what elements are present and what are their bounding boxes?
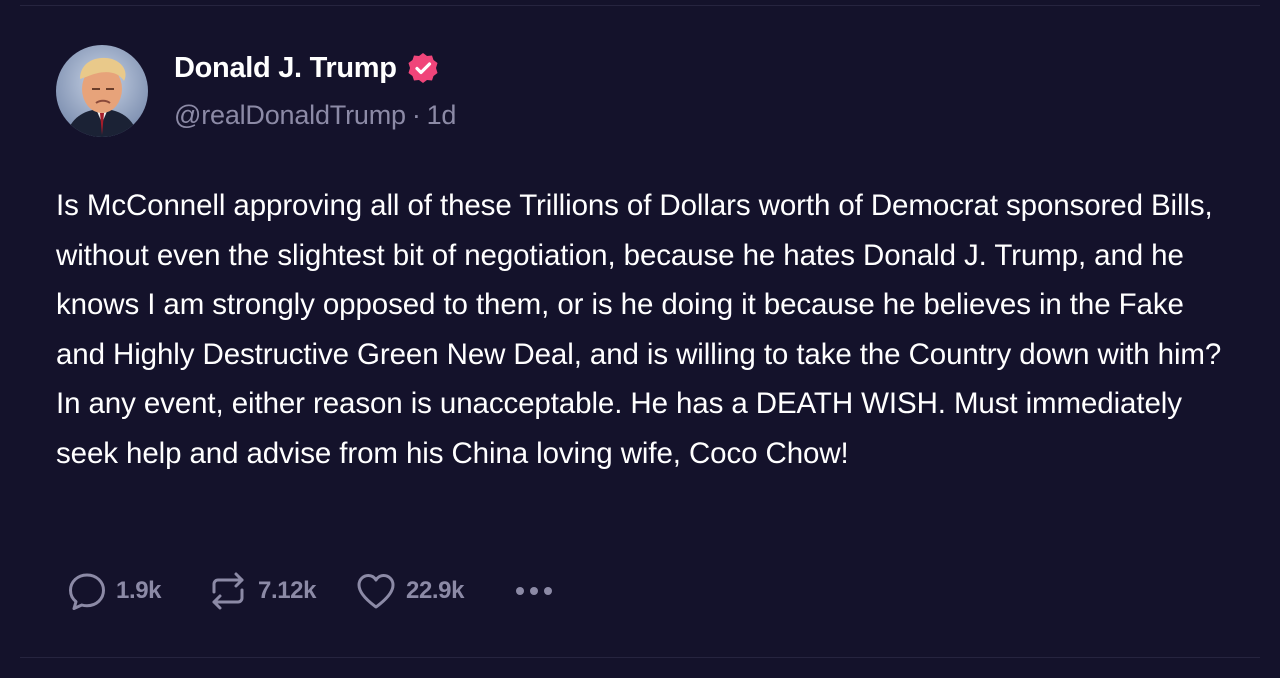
like-button[interactable]: 22.9k	[354, 570, 516, 612]
heart-icon	[357, 574, 395, 609]
post-actions: 1.9k 7.12k 22.9k	[66, 570, 552, 612]
dot	[516, 587, 524, 595]
post-timestamp[interactable]: 1d	[427, 100, 457, 130]
separator: ·	[411, 100, 421, 130]
post-header: Donald J. Trump @realDonaldTrump · 1d	[56, 44, 1236, 137]
dot	[530, 587, 538, 595]
author-handle[interactable]: @realDonaldTrump	[174, 100, 406, 130]
top-divider	[20, 5, 1260, 6]
speech-bubble-icon	[69, 573, 105, 610]
repost-button[interactable]: 7.12k	[206, 570, 354, 612]
post-body-text: Is McConnell approving all of these Tril…	[56, 189, 1222, 470]
reply-count: 1.9k	[116, 577, 162, 604]
bottom-divider	[20, 657, 1260, 658]
reply-button[interactable]: 1.9k	[66, 570, 206, 612]
verified-badge-icon	[406, 51, 440, 85]
avatar-image	[56, 45, 148, 137]
avatar[interactable]	[56, 45, 148, 137]
handle-row: @realDonaldTrump · 1d	[174, 100, 456, 131]
author-meta: Donald J. Trump @realDonaldTrump · 1d	[174, 48, 456, 131]
repost-count: 7.12k	[258, 577, 317, 604]
like-count: 22.9k	[406, 577, 465, 604]
repost-arrows-icon	[212, 572, 244, 610]
post-card: Donald J. Trump @realDonaldTrump · 1d Is M…	[56, 44, 1236, 478]
author-display-name[interactable]: Donald J. Trump	[174, 52, 397, 85]
name-row: Donald J. Trump	[174, 48, 456, 88]
more-dots-icon[interactable]	[516, 587, 552, 595]
dot	[544, 587, 552, 595]
